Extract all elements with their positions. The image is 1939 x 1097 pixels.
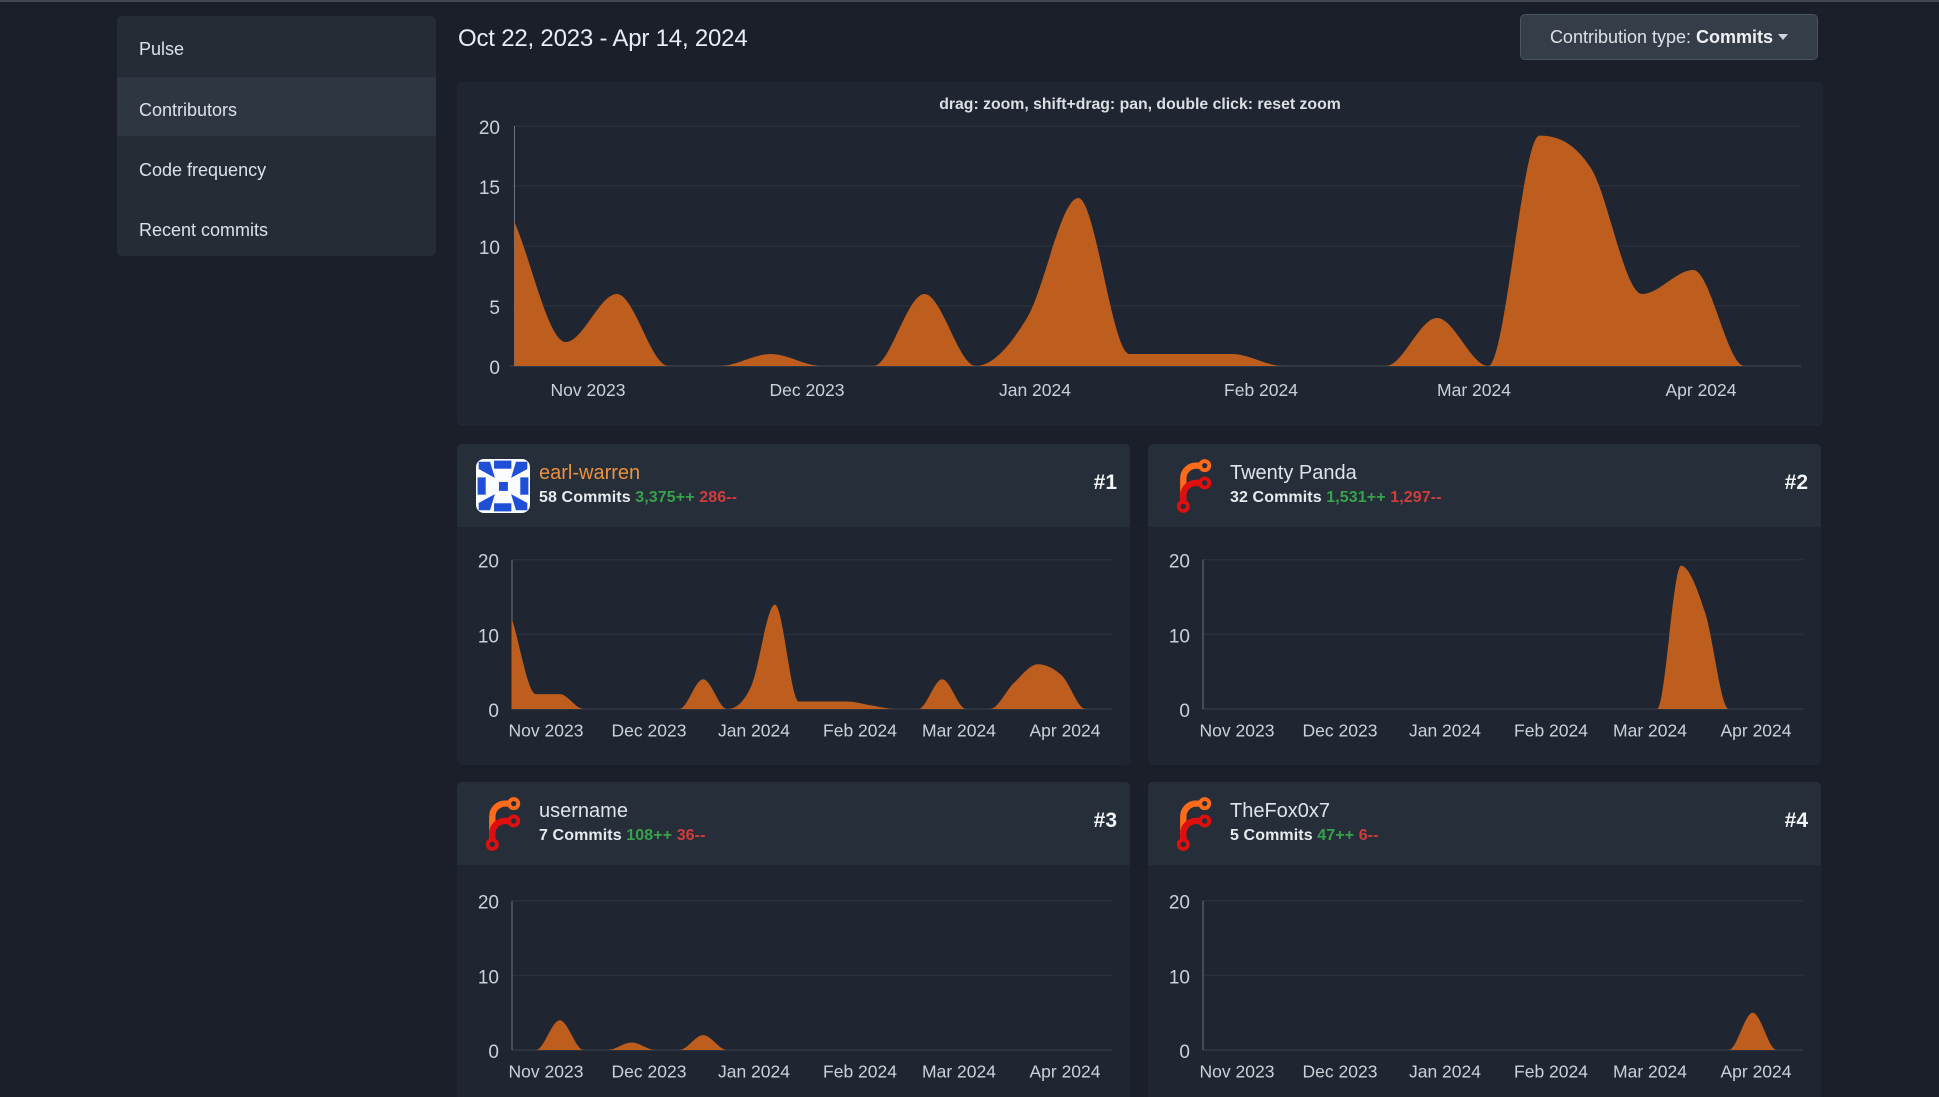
svg-text:Jan 2024: Jan 2024: [1409, 1062, 1481, 1082]
svg-text:Apr 2024: Apr 2024: [1029, 1062, 1100, 1082]
svg-text:5: 5: [489, 298, 500, 319]
svg-text:Dec 2023: Dec 2023: [1303, 1062, 1378, 1082]
svg-text:0: 0: [1179, 701, 1190, 722]
svg-text:20: 20: [478, 893, 499, 914]
svg-text:Dec 2023: Dec 2023: [1303, 721, 1378, 741]
svg-text:Mar 2024: Mar 2024: [922, 721, 996, 741]
svg-text:drag: zoom, shift+drag: pan, d: drag: zoom, shift+drag: pan, double clic…: [939, 96, 1341, 113]
svg-text:Nov 2023: Nov 2023: [509, 721, 584, 741]
svg-text:15: 15: [479, 178, 500, 199]
svg-text:Jan 2024: Jan 2024: [1409, 721, 1481, 741]
svg-text:Dec 2023: Dec 2023: [612, 721, 687, 741]
svg-text:Jan 2024: Jan 2024: [718, 721, 790, 741]
svg-text:Apr 2024: Apr 2024: [1029, 721, 1100, 741]
svg-text:Nov 2023: Nov 2023: [551, 380, 626, 400]
svg-text:Mar 2024: Mar 2024: [1613, 721, 1687, 741]
svg-text:Mar 2024: Mar 2024: [1437, 380, 1511, 400]
svg-text:0: 0: [488, 1042, 499, 1063]
svg-text:Feb 2024: Feb 2024: [1514, 721, 1588, 741]
svg-text:10: 10: [1169, 967, 1190, 988]
svg-text:Mar 2024: Mar 2024: [922, 1062, 996, 1082]
svg-text:0: 0: [1179, 1042, 1190, 1063]
svg-text:Nov 2023: Nov 2023: [509, 1062, 584, 1082]
svg-text:20: 20: [1169, 893, 1190, 914]
svg-text:Feb 2024: Feb 2024: [1224, 380, 1298, 400]
svg-text:0: 0: [489, 358, 500, 379]
svg-text:10: 10: [478, 967, 499, 988]
svg-text:Nov 2023: Nov 2023: [1200, 1062, 1275, 1082]
svg-text:Jan 2024: Jan 2024: [718, 1062, 790, 1082]
svg-text:Jan 2024: Jan 2024: [999, 380, 1071, 400]
svg-text:Feb 2024: Feb 2024: [823, 1062, 897, 1082]
svg-text:Mar 2024: Mar 2024: [1613, 1062, 1687, 1082]
svg-text:Apr 2024: Apr 2024: [1720, 1062, 1791, 1082]
svg-text:Apr 2024: Apr 2024: [1665, 380, 1736, 400]
svg-text:Apr 2024: Apr 2024: [1720, 721, 1791, 741]
svg-text:Feb 2024: Feb 2024: [1514, 1062, 1588, 1082]
svg-text:Dec 2023: Dec 2023: [612, 1062, 687, 1082]
svg-text:20: 20: [479, 118, 500, 139]
svg-text:20: 20: [478, 552, 499, 573]
svg-text:20: 20: [1169, 552, 1190, 573]
svg-text:10: 10: [479, 238, 500, 259]
svg-text:10: 10: [1169, 626, 1190, 647]
svg-text:Feb 2024: Feb 2024: [823, 721, 897, 741]
svg-text:Nov 2023: Nov 2023: [1200, 721, 1275, 741]
svg-text:10: 10: [478, 626, 499, 647]
svg-text:0: 0: [488, 701, 499, 722]
svg-text:Dec 2023: Dec 2023: [770, 380, 845, 400]
